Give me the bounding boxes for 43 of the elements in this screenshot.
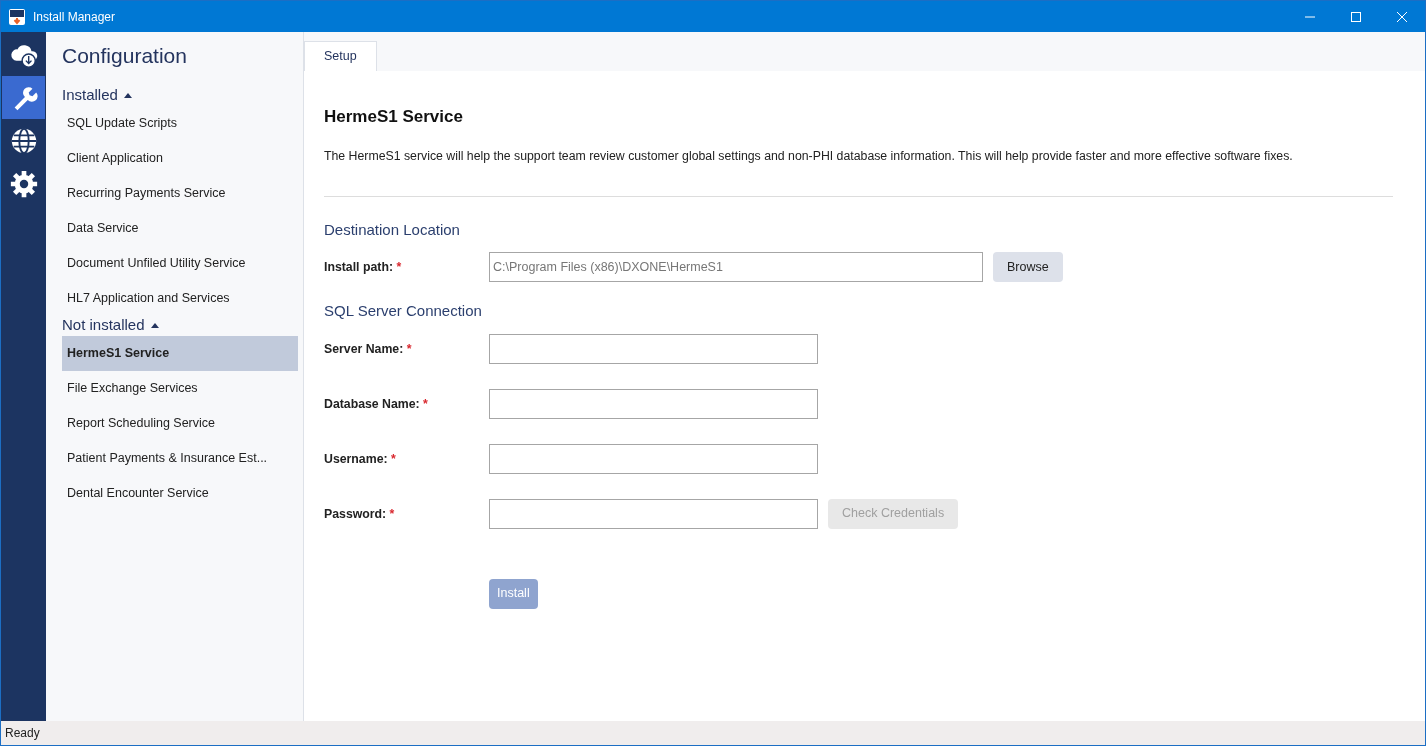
group-header[interactable]: Not installed xyxy=(62,314,145,337)
sidebar-item[interactable]: Recurring Payments Service xyxy=(62,175,298,211)
caret-icon[interactable] xyxy=(123,93,132,98)
action-button[interactable]: Browse xyxy=(993,252,1063,283)
sidebar-item[interactable]: Dental Encounter Service xyxy=(62,475,298,511)
sidebar-item[interactable]: Patient Payments & Insurance Est... xyxy=(62,440,298,476)
close-icon xyxy=(1396,11,1408,22)
required-mark: * xyxy=(423,396,428,411)
caret-icon[interactable] xyxy=(150,323,159,328)
required-mark: * xyxy=(391,451,396,466)
field-label: Password: xyxy=(324,506,387,521)
sidebar-item[interactable]: Client Application xyxy=(62,140,298,176)
sidebar-item[interactable]: Report Scheduling Service xyxy=(62,405,298,441)
field-label: Install path: xyxy=(324,260,393,275)
section-title: Destination Location xyxy=(324,219,461,240)
section-title: SQL Server Connection xyxy=(324,301,483,322)
input-field[interactable]: C:\Program Files (x86)\DXONE\HermeS1 xyxy=(489,252,983,283)
sidebar-item[interactable]: Data Service xyxy=(62,210,298,246)
status-text: Ready xyxy=(5,725,40,742)
required-mark: * xyxy=(406,341,412,356)
page-heading: HermeS1 Service xyxy=(324,107,464,128)
tab[interactable]: Setup xyxy=(304,41,377,71)
sidebar-item[interactable]: HermeS1 Service xyxy=(62,335,298,371)
sidebar-item[interactable]: File Exchange Services xyxy=(62,370,298,406)
app-logo-icon xyxy=(9,8,25,25)
input-field[interactable] xyxy=(489,443,818,474)
sidebar-item[interactable]: HL7 Application and Services xyxy=(62,280,298,316)
sidebar-title: Configuration xyxy=(62,43,188,69)
field-label: Database Name: xyxy=(324,396,420,411)
sidebar-item[interactable]: SQL Update Scripts xyxy=(62,105,298,141)
maximize-icon xyxy=(1350,11,1362,22)
group-header[interactable]: Installed xyxy=(62,84,118,107)
input-field[interactable] xyxy=(489,498,818,529)
required-mark: * xyxy=(389,506,395,521)
sidebar-item[interactable]: Document Unfiled Utility Service xyxy=(62,245,298,281)
field-label: Username: xyxy=(324,451,388,466)
input-field[interactable] xyxy=(489,333,818,364)
description-text: The HermeS1 service will help the support team review customer global settings and non-PHI database information. This will help provide faster and more effective software fixes. xyxy=(324,148,1294,166)
window-title: Install Manager xyxy=(33,8,117,26)
required-mark: * xyxy=(396,260,402,275)
input-field[interactable] xyxy=(489,388,818,419)
field-label: Server Name: xyxy=(324,341,404,356)
gear-icon xyxy=(8,168,39,199)
